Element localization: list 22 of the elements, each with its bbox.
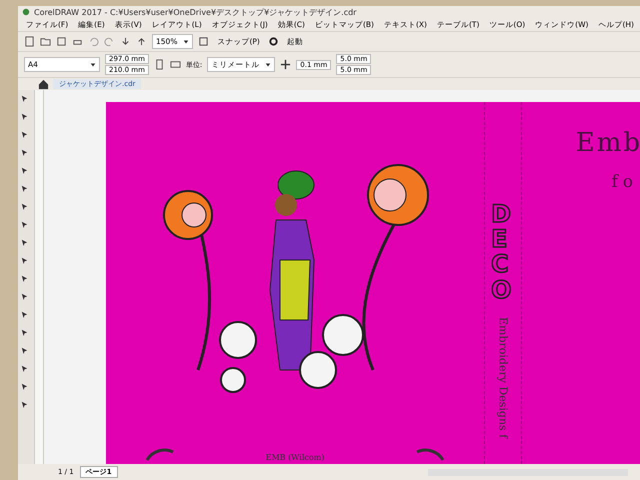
spine-text: Embroidery Designs f <box>496 316 510 438</box>
export-icon[interactable] <box>136 36 147 47</box>
landscape-icon[interactable] <box>170 59 181 70</box>
caret-icon <box>265 62 272 68</box>
spine-logo: DECO <box>491 202 512 303</box>
footer-text: EMB (Wilcom) <box>266 453 324 462</box>
app-icon <box>22 8 30 16</box>
caret-icon <box>183 38 190 44</box>
ornament-icon <box>144 448 176 462</box>
new-document-icon[interactable] <box>24 36 35 47</box>
caret-icon <box>90 62 96 68</box>
nudge-icon <box>280 59 292 70</box>
settings-icon[interactable] <box>268 36 279 47</box>
cover-subtitle: fo <box>611 172 639 192</box>
import-icon[interactable] <box>120 36 131 47</box>
ornament-icon <box>414 448 446 462</box>
folder-icon[interactable] <box>40 36 51 47</box>
window-title: CorelDRAW 2017 - C:¥Users¥user¥OneDrive¥デスクトップ¥ジャケットデザイン.cdr <box>34 6 356 18</box>
portrait-icon[interactable] <box>154 59 165 70</box>
cover-title: Emb <box>576 128 640 158</box>
full-screen-icon[interactable] <box>198 36 210 47</box>
home-icon[interactable] <box>38 78 49 90</box>
